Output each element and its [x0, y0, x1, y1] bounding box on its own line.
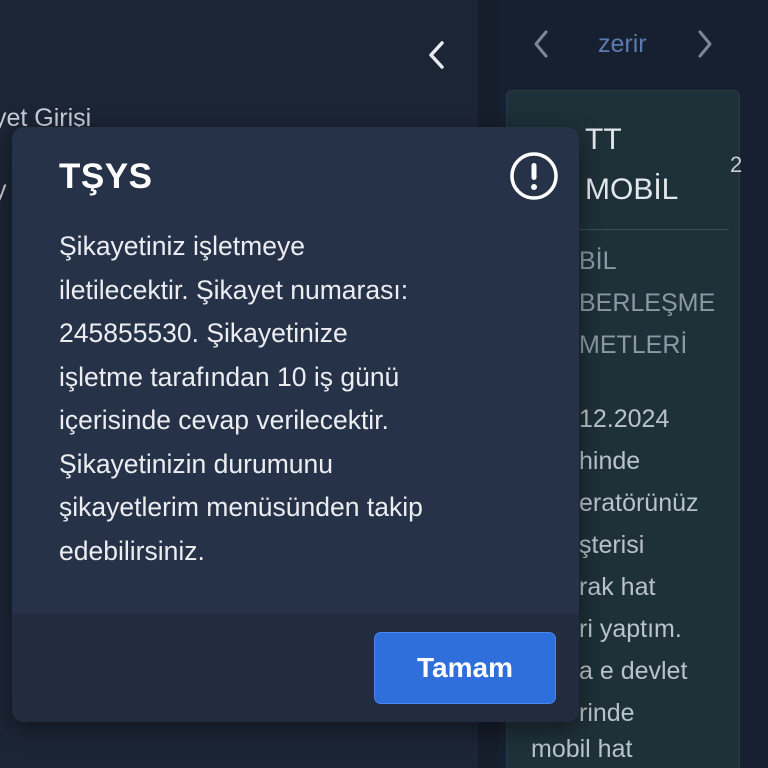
menu-row[interactable]: y [0, 176, 7, 205]
message-line: iletilecektir. Şikayet numarası: [59, 274, 409, 305]
card-body-line: a e devlet [579, 657, 688, 685]
side-digit: 2 [730, 152, 743, 177]
card-title-line-1: TT [585, 123, 622, 156]
card-body-line: ri yaptım. [579, 615, 682, 643]
card-subtitle-line-2: BERLEŞME [579, 289, 716, 317]
chevron-right-icon [698, 30, 712, 58]
card-body-line: rak hat [579, 573, 656, 601]
card-body-line: rinde [579, 699, 635, 727]
card-title-line-2: MOBİL [585, 173, 679, 206]
next-button[interactable] [690, 26, 720, 62]
message-line: içerisinde cevap verilecektir. [59, 405, 389, 435]
card-subtitle-line-1: BİL [579, 247, 617, 275]
dialog-message: Şikayetiniz işletmeye iletilecektir. Şik… [59, 225, 539, 573]
card-body-line: eratörünüz [579, 489, 699, 517]
card-body-line: hinde [579, 447, 641, 475]
card-body-line: şterisi [579, 531, 645, 559]
ok-button[interactable]: Tamam [374, 632, 556, 704]
previous-button[interactable] [526, 26, 556, 62]
back-button[interactable] [422, 38, 452, 72]
dialog-title: TŞYS [59, 157, 153, 196]
chevron-left-icon [534, 30, 548, 58]
dialog-header: TŞYS [12, 127, 579, 227]
message-line: işletme tarafından 10 iş günü [59, 361, 400, 392]
message-line: edebilirsiniz. [59, 535, 205, 566]
card-subtitle-line-3: METLERİ [579, 331, 688, 359]
card-body-line: mobil hat [531, 735, 633, 763]
alert-dialog: TŞYS Şikayetiniz işletmeye iletilecektir… [12, 127, 579, 722]
chevron-left-icon [429, 41, 444, 69]
message-line: Şikayetinizin durumunu [59, 448, 333, 479]
nav-label: zerir [598, 30, 647, 58]
message-line: Şikayetiniz işletmeye [59, 231, 305, 261]
dialog-footer: Tamam [12, 614, 579, 722]
card-body-line: 12.2024 [579, 405, 670, 433]
message-line: şikayetlerim menüsünden takip [59, 492, 423, 522]
app-screen: yet Girişi y zerir TT MOBİL BİL BERLEŞME… [0, 0, 768, 768]
exclamation-circle-icon [510, 152, 558, 200]
message-line: 245855530. Şikayetinize [59, 318, 348, 348]
